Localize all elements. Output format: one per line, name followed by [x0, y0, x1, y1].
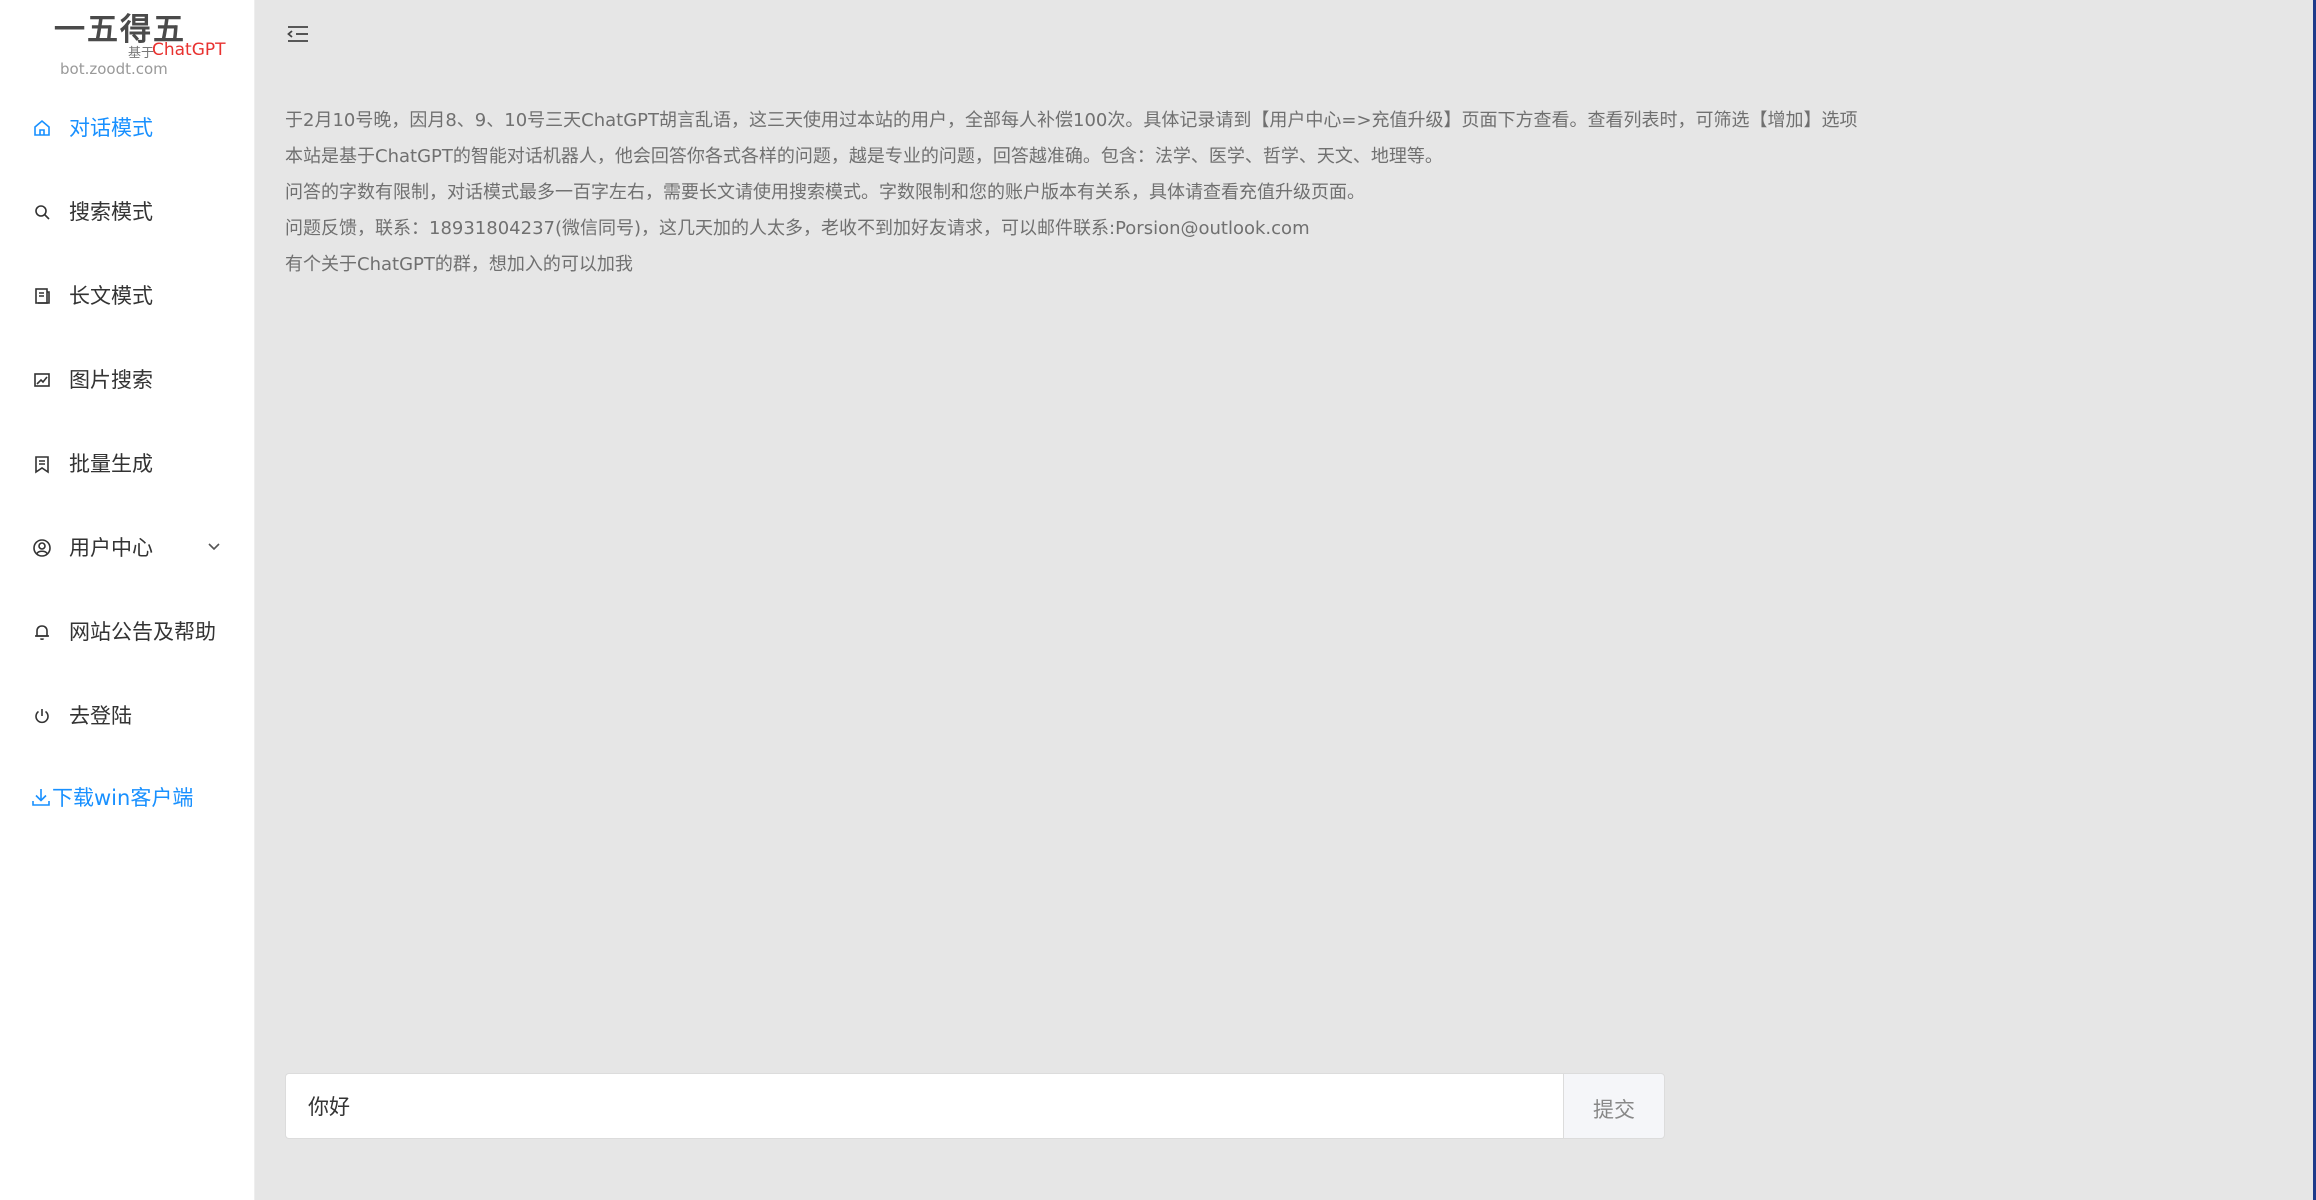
- bell-icon: [32, 622, 52, 642]
- sidebar-item-label: 网站公告及帮助: [69, 620, 216, 644]
- chat-input[interactable]: [285, 1073, 1563, 1139]
- submit-button[interactable]: 提交: [1563, 1073, 1665, 1139]
- app: 一五得五 基于 ChatGPT bot.zoodt.com 对话模式 搜索模式 …: [0, 0, 2316, 1200]
- sidebar-item-label: 批量生成: [69, 452, 153, 476]
- document-icon: [32, 286, 52, 306]
- search-icon: [32, 202, 52, 222]
- sidebar: 一五得五 基于 ChatGPT bot.zoodt.com 对话模式 搜索模式 …: [0, 0, 255, 1200]
- sidebar-item-image-search[interactable]: 图片搜索: [0, 336, 255, 420]
- sidebar-item-label: 长文模式: [69, 284, 153, 308]
- batch-icon: [32, 454, 52, 474]
- download-icon: [32, 789, 50, 806]
- sidebar-item-batch-generate[interactable]: 批量生成: [0, 420, 255, 504]
- power-icon: [32, 706, 52, 726]
- notice-line: 于2月10号晚，因月8、9、10号三天ChatGPT胡言乱语，这三天使用过本站的…: [285, 110, 1858, 131]
- sidebar-toggle-button[interactable]: [285, 22, 311, 46]
- sidebar-item-announcements-help[interactable]: 网站公告及帮助: [0, 588, 255, 672]
- sidebar-item-label: 搜索模式: [69, 200, 153, 224]
- sidebar-item-label: 用户中心: [69, 536, 153, 560]
- sidebar-item-label: 去登陆: [69, 704, 132, 728]
- logo-sub: 基于: [128, 46, 155, 61]
- home-icon: [32, 118, 52, 138]
- notice-line: 本站是基于ChatGPT的智能对话机器人，他会回答你各式各样的问题，越是专业的问…: [285, 146, 1443, 167]
- chevron-down-icon: [205, 538, 223, 556]
- notice-line: 有个关于ChatGPT的群，想加入的可以加我: [285, 254, 633, 275]
- download-client-link[interactable]: 下载win客户端: [30, 783, 193, 811]
- sidebar-item-chat-mode[interactable]: 对话模式: [0, 84, 255, 168]
- user-icon: [32, 538, 52, 558]
- menu-fold-icon: [287, 26, 308, 42]
- sidebar-item-user-center[interactable]: 用户中心: [0, 504, 255, 588]
- sidebar-item-login[interactable]: 去登陆: [0, 672, 255, 756]
- sidebar-item-label: 图片搜索: [69, 368, 153, 392]
- download-client-label: 下载win客户端: [52, 786, 194, 810]
- notice-line: 问答的字数有限制，对话模式最多一百字左右，需要长文请使用搜索模式。字数限制和您的…: [285, 182, 1365, 203]
- announcement-notice: 于2月10号晚，因月8、9、10号三天ChatGPT胡言乱语，这三天使用过本站的…: [285, 108, 1985, 288]
- notice-line: 问题反馈，联系：18931804237(微信同号)，这几天加的人太多，老收不到加…: [285, 218, 1310, 239]
- sidebar-item-label: 对话模式: [69, 116, 153, 140]
- image-icon: [32, 370, 52, 390]
- main-content: 于2月10号晚，因月8、9、10号三天ChatGPT胡言乱语，这三天使用过本站的…: [255, 0, 2316, 1200]
- sidebar-item-search-mode[interactable]: 搜索模式: [0, 168, 255, 252]
- logo[interactable]: 一五得五 基于 ChatGPT bot.zoodt.com: [0, 0, 255, 80]
- sidebar-item-long-text-mode[interactable]: 长文模式: [0, 252, 255, 336]
- chat-input-area: 提交: [285, 1073, 1665, 1139]
- logo-domain: bot.zoodt.com: [60, 60, 168, 78]
- logo-brand: ChatGPT: [152, 40, 226, 60]
